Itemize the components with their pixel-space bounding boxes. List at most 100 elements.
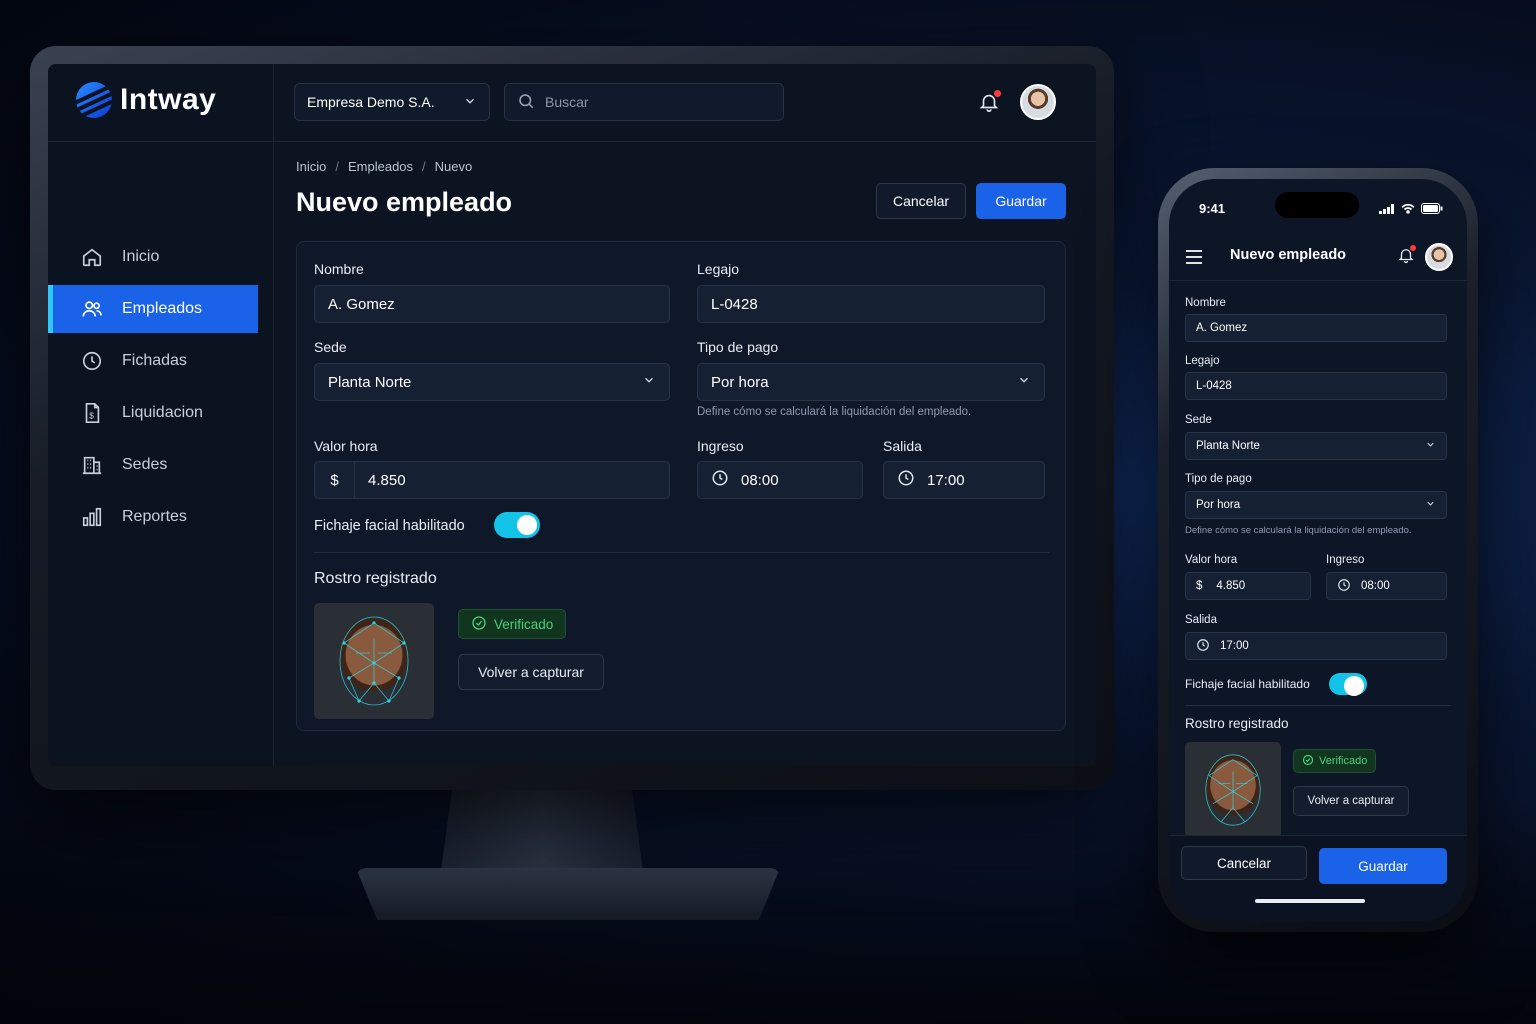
nombre-field[interactable]: A. Gomez (1185, 314, 1447, 342)
clock-icon (1196, 638, 1210, 655)
chevron-down-icon (1425, 498, 1436, 512)
ingreso-time-field[interactable]: 08:00 (697, 461, 863, 499)
employee-form-card: Nombre A. Gomez Legajo L-0428 Sede Plant… (296, 241, 1066, 731)
facial-toggle[interactable] (1329, 673, 1367, 696)
mobile-header: Nuevo empleado (1169, 233, 1467, 281)
signal-icon (1379, 203, 1394, 214)
svg-text:$: $ (89, 412, 94, 421)
salida-time-field[interactable]: 17:00 (1185, 632, 1447, 660)
notification-dot (1410, 245, 1416, 251)
menu-icon[interactable] (1185, 249, 1203, 270)
home-indicator[interactable] (1255, 899, 1365, 903)
facial-label: Fichaje facial habilitado (1185, 677, 1310, 691)
nombre-field[interactable]: A. Gomez (314, 285, 670, 323)
currency-prefix: $ (1196, 580, 1203, 592)
tipo-pago-hint: Define cómo se calculará la liquidación … (697, 406, 972, 418)
sidebar-item-label: Inicio (122, 248, 160, 265)
clock-icon (1337, 578, 1351, 595)
verified-label: Verificado (494, 616, 554, 632)
mobile-page-title: Nuevo empleado (1230, 247, 1347, 263)
verified-badge: Verificado (458, 609, 567, 639)
sidebar-item-empleados[interactable]: Empleados (48, 285, 258, 333)
valor-hora-value: 4.850 (368, 471, 406, 489)
save-button[interactable]: Guardar (1319, 848, 1447, 884)
tipo-pago-select[interactable]: Por hora (697, 363, 1045, 401)
divider (48, 141, 273, 142)
divider (314, 552, 1049, 553)
sidebar-item-sedes[interactable]: Sedes (48, 441, 274, 489)
users-icon (80, 297, 104, 321)
sidebar: Intway Inicio Empleados Fichadas $ Liqui… (48, 64, 274, 766)
desktop-screen: Intway Inicio Empleados Fichadas $ Liqui… (48, 64, 1096, 766)
tipo-pago-select[interactable]: Por hora (1185, 491, 1447, 519)
wifi-icon (1401, 203, 1415, 214)
verified-badge: Verificado (1293, 749, 1377, 773)
nombre-label: Nombre (1185, 297, 1226, 309)
company-selector[interactable]: Empresa Demo S.A. (294, 83, 490, 121)
sede-select[interactable]: Planta Norte (314, 363, 670, 401)
user-avatar[interactable] (1020, 84, 1056, 120)
document-dollar-icon: $ (80, 401, 104, 425)
chevron-down-icon (463, 94, 477, 111)
sidebar-item-label: Empleados (122, 300, 203, 317)
divider (274, 141, 1096, 142)
sidebar-nav: Inicio Empleados Fichadas $ Liquidacion … (48, 229, 274, 545)
salida-label: Salida (1185, 614, 1217, 626)
sidebar-item-liquidacion[interactable]: $ Liquidacion (48, 389, 274, 437)
sidebar-item-inicio[interactable]: Inicio (48, 233, 274, 281)
check-circle-icon (471, 615, 487, 634)
sidebar-item-label: Reportes (122, 508, 187, 525)
breadcrumb: Inicio / Empleados / Nuevo (296, 159, 1066, 174)
brand-logo[interactable]: Intway (76, 82, 216, 118)
ingreso-value: 08:00 (741, 471, 779, 489)
tipo-pago-hint: Define cómo se calculará la liquidación … (1185, 525, 1412, 536)
face-capture-image (1185, 742, 1281, 838)
cancel-button[interactable]: Cancelar (876, 183, 966, 219)
currency-prefix: $ (315, 462, 355, 498)
notifications-button[interactable] (978, 90, 1001, 118)
sede-value: Planta Norte (1196, 440, 1260, 452)
legajo-field[interactable]: L-0428 (697, 285, 1045, 323)
breadcrumb-inicio[interactable]: Inicio (296, 159, 326, 174)
brand-logo-icon (76, 82, 112, 118)
top-bar: Empresa Demo S.A. Buscar (294, 82, 1096, 122)
dynamic-island (1275, 192, 1359, 218)
valor-hora-field[interactable]: $ 4.850 (314, 461, 670, 499)
cancel-button[interactable]: Cancelar (1181, 846, 1307, 880)
clock-icon (897, 469, 915, 491)
recapture-button[interactable]: Volver a capturar (458, 654, 604, 690)
face-mesh-icon (1205, 754, 1261, 826)
sidebar-item-fichadas[interactable]: Fichadas (48, 337, 274, 385)
search-input[interactable]: Buscar (504, 83, 784, 121)
recapture-button[interactable]: Volver a capturar (1293, 786, 1409, 816)
nombre-label: Nombre (314, 261, 364, 277)
sidebar-item-reportes[interactable]: Reportes (48, 493, 274, 541)
salida-time-field[interactable]: 17:00 (883, 461, 1045, 499)
facial-toggle[interactable] (494, 512, 540, 538)
sidebar-item-label: Sedes (122, 456, 168, 473)
sidebar-item-label: Liquidacion (122, 404, 203, 421)
mobile-footer: Cancelar Guardar (1169, 835, 1467, 921)
facial-label: Fichaje facial habilitado (314, 518, 465, 534)
save-button[interactable]: Guardar (976, 183, 1066, 219)
rostro-title: Rostro registrado (1185, 716, 1289, 731)
breadcrumb-empleados[interactable]: Empleados (348, 159, 413, 174)
valor-hora-field[interactable]: $4.850 (1185, 572, 1311, 600)
notifications-button[interactable] (1397, 245, 1416, 269)
breadcrumb-separator: / (422, 159, 426, 174)
sidebar-item-label: Fichadas (122, 352, 187, 369)
ingreso-time-field[interactable]: 08:00 (1326, 572, 1447, 600)
legajo-field[interactable]: L-0428 (1185, 372, 1447, 400)
sede-select[interactable]: Planta Norte (1185, 432, 1447, 460)
main-content: Inicio / Empleados / Nuevo Nuevo emplead… (296, 159, 1066, 766)
page-actions: Cancelar Guardar (876, 183, 1066, 219)
status-time: 9:41 (1199, 201, 1226, 216)
user-avatar[interactable] (1425, 243, 1453, 271)
building-icon (80, 453, 104, 477)
ingreso-value: 08:00 (1361, 580, 1390, 592)
sede-label: Sede (1185, 414, 1212, 426)
legajo-label: Legajo (697, 261, 740, 277)
nombre-value: A. Gomez (1196, 322, 1248, 334)
legajo-value: L-0428 (1196, 380, 1232, 392)
chevron-down-icon (642, 373, 656, 391)
